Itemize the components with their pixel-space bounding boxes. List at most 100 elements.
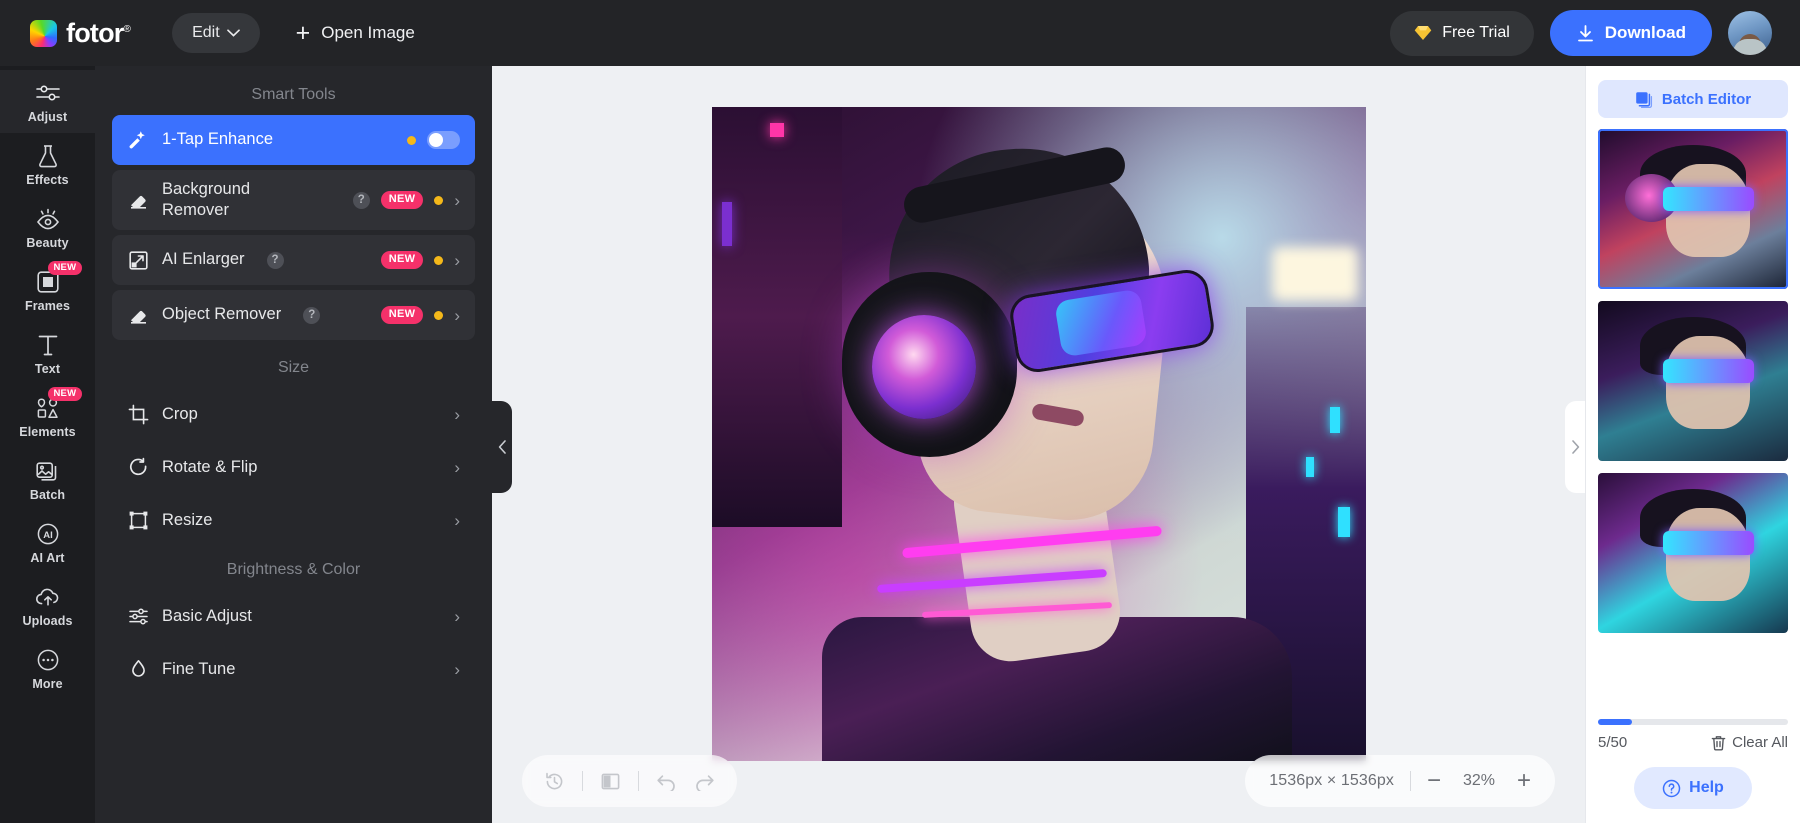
row-controls — [407, 131, 460, 149]
eye-icon — [35, 206, 61, 232]
image-count-label: 5/50 — [1598, 734, 1628, 751]
new-badge: NEW — [380, 251, 424, 269]
chevron-right-icon — [1571, 440, 1579, 454]
sidebar-item-text[interactable]: Text — [0, 322, 95, 385]
sidebar-item-beauty[interactable]: Beauty — [0, 196, 95, 259]
right-panel-footer: 5/50 Clear All — [1598, 734, 1788, 751]
tool-row-ai-enlarger[interactable]: AI Enlarger ? NEW › — [112, 235, 475, 285]
chevron-right-icon[interactable]: › — [454, 661, 460, 678]
layers-icon — [1636, 91, 1652, 108]
batch-editor-button[interactable]: Batch Editor — [1598, 80, 1788, 118]
droplet-icon — [127, 659, 149, 680]
sidebar-item-more[interactable]: More — [0, 637, 95, 700]
sidebar-item-uploads[interactable]: Uploads — [0, 574, 95, 637]
sidebar-item-label: Effects — [26, 172, 69, 187]
tool-row-object-remover[interactable]: Object Remover ? NEW › — [112, 290, 475, 340]
fotor-editor-app: fotor® Edit + Open Image Free Trial Down… — [0, 0, 1800, 823]
tool-label: Fine Tune — [162, 659, 236, 678]
help-icon[interactable]: ? — [266, 251, 284, 269]
chevron-right-icon[interactable]: › — [454, 608, 460, 625]
thumb-visor — [1662, 530, 1754, 555]
chevron-right-icon[interactable]: › — [454, 307, 460, 324]
svg-text:AI: AI — [43, 529, 53, 540]
left-rail: Adjust Effects Beauty NEW Frames Text NE… — [0, 66, 95, 823]
enhance-toggle[interactable] — [427, 131, 460, 149]
sidebar-item-label: More — [32, 676, 63, 691]
history-button[interactable] — [544, 771, 565, 792]
thumbnail-1[interactable] — [1598, 129, 1788, 289]
thumbnail-scrollbar[interactable] — [1598, 719, 1788, 725]
edit-menu-button[interactable]: Edit — [172, 13, 260, 53]
ellipsis-icon — [36, 647, 60, 673]
help-button[interactable]: Help — [1634, 767, 1752, 809]
redo-button[interactable] — [694, 772, 715, 791]
zoom-in-button[interactable]: + — [1517, 769, 1531, 793]
free-trial-button[interactable]: Free Trial — [1390, 10, 1534, 56]
trash-icon — [1711, 735, 1726, 750]
section-title-size: Size — [277, 359, 310, 376]
batch-editor-label: Batch Editor — [1661, 90, 1752, 108]
chevron-right-icon[interactable]: › — [454, 252, 460, 269]
edited-image[interactable] — [711, 106, 1366, 761]
chevron-right-icon[interactable]: › — [454, 192, 460, 209]
sidebar-item-label: Batch — [29, 487, 66, 502]
tool-row-crop[interactable]: Crop › — [112, 388, 475, 441]
tool-row-fine-tune[interactable]: Fine Tune › — [112, 643, 475, 696]
sidebar-item-frames[interactable]: NEW Frames — [0, 259, 95, 322]
zoom-out-button[interactable]: − — [1427, 769, 1441, 793]
scrollbar-thumb[interactable] — [1598, 719, 1633, 725]
thumb-visor — [1662, 186, 1754, 211]
collapse-left-panel-button[interactable] — [492, 401, 512, 493]
tool-label: Rotate & Flip — [162, 457, 258, 476]
divider — [638, 771, 639, 791]
compare-button[interactable] — [600, 772, 621, 791]
clear-all-label: Clear All — [1732, 734, 1788, 751]
text-icon — [37, 332, 59, 358]
ai-circle-icon: AI — [36, 521, 60, 547]
sidebar-item-batch[interactable]: Batch — [0, 448, 95, 511]
history-icon — [546, 772, 563, 789]
download-icon — [1577, 24, 1593, 41]
user-avatar[interactable] — [1728, 11, 1772, 55]
tool-label: AI Enlarger — [162, 250, 245, 269]
image-neon-bar — [721, 201, 732, 246]
sidebar-item-adjust[interactable]: Adjust — [0, 70, 95, 133]
sidebar-item-ai-art[interactable]: AI AI Art — [0, 511, 95, 574]
sidebar-item-label: Text — [34, 361, 61, 376]
section-title-smart-tools: Smart Tools — [251, 86, 336, 103]
tool-row-resize[interactable]: Resize › — [112, 494, 475, 547]
canvas-area[interactable]: 1536px × 1536px − 32% + — [492, 66, 1585, 823]
collapse-right-panel-button[interactable] — [1565, 401, 1585, 493]
tool-label: 1-Tap Enhance — [162, 130, 273, 149]
tool-row-rotate-flip[interactable]: Rotate & Flip › — [112, 441, 475, 494]
pro-dot-icon — [407, 135, 416, 145]
chevron-right-icon[interactable]: › — [454, 406, 460, 423]
undo-button[interactable] — [656, 772, 677, 791]
resize-icon — [127, 510, 149, 531]
eraser-icon — [127, 190, 149, 211]
tool-row-basic-adjust[interactable]: Basic Adjust › — [112, 590, 475, 643]
sidebar-item-effects[interactable]: Effects — [0, 133, 95, 196]
open-image-button[interactable]: + Open Image — [286, 13, 425, 53]
tool-label: Background Remover — [162, 179, 251, 219]
row-controls: › — [454, 406, 460, 423]
sliders-icon — [35, 80, 61, 106]
help-icon[interactable]: ? — [352, 191, 370, 209]
sidebar-item-label: Uploads — [22, 613, 73, 628]
help-icon[interactable]: ? — [303, 306, 321, 324]
clear-all-button[interactable]: Clear All — [1711, 734, 1788, 751]
thumbnail-3[interactable] — [1598, 473, 1788, 633]
tool-row-background-remover[interactable]: Background Remover ? NEW › — [112, 170, 475, 230]
canvas-history-toolbar — [522, 755, 737, 807]
registered-mark: ® — [123, 23, 131, 35]
gem-icon — [1414, 26, 1432, 40]
chevron-right-icon[interactable]: › — [454, 459, 460, 476]
sidebar-item-elements[interactable]: NEW Elements — [0, 385, 95, 448]
tool-row-1-tap-enhance[interactable]: 1-Tap Enhance — [112, 115, 475, 165]
download-button[interactable]: Download — [1549, 10, 1712, 56]
chevron-right-icon[interactable]: › — [454, 512, 460, 529]
app-logo[interactable]: fotor® — [30, 18, 131, 49]
image-glow — [1271, 246, 1358, 301]
thumbnail-2[interactable] — [1598, 301, 1788, 461]
images-icon — [35, 458, 60, 484]
